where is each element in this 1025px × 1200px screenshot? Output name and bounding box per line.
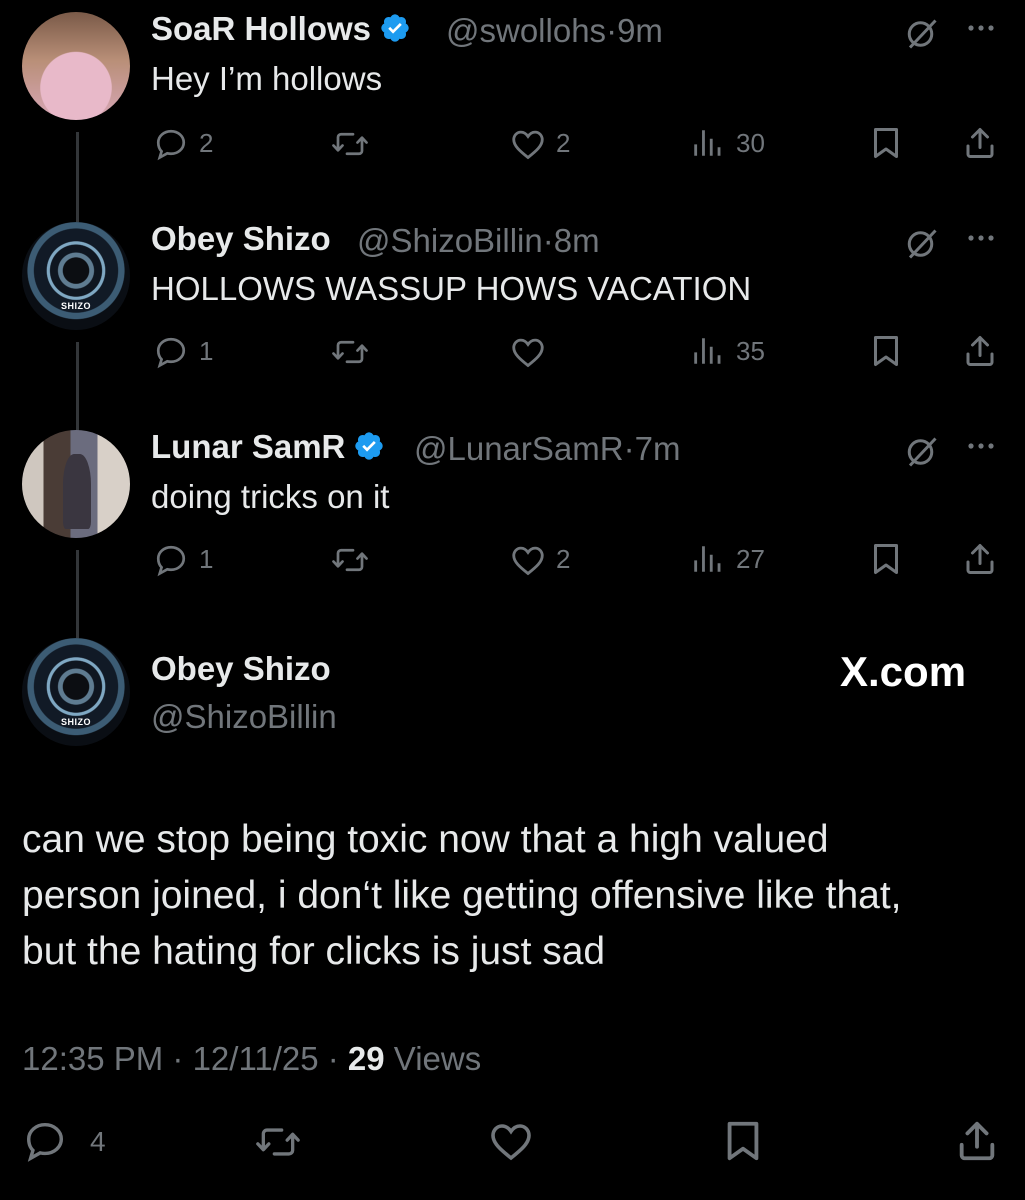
avatar[interactable]: SHIZO <box>22 638 130 746</box>
avatar-photo <box>63 453 92 530</box>
reply-count: 2 <box>199 128 214 158</box>
author-name[interactable]: Obey Shizo <box>151 220 331 258</box>
verified-icon <box>381 14 409 42</box>
more-icon[interactable] <box>963 228 999 248</box>
thread-line <box>76 342 79 432</box>
post-time[interactable]: 7m <box>635 430 681 467</box>
avatar[interactable] <box>22 12 130 120</box>
views-count: 27 <box>736 544 765 574</box>
author-handle[interactable]: @ShizoBillin <box>151 698 337 736</box>
post-text: can we stop being toxic now that a high … <box>22 812 902 980</box>
reply-icon[interactable] <box>153 126 189 162</box>
post-text: Hey I’m hollows <box>151 60 383 97</box>
views-count: 29 <box>347 1040 385 1077</box>
reply-icon[interactable] <box>153 334 189 370</box>
post-time[interactable]: 12:35 PM <box>22 1040 163 1077</box>
share-icon[interactable] <box>962 332 998 370</box>
post-date[interactable]: 12/11/25 <box>193 1040 319 1077</box>
xcom-watermark: X.com <box>840 648 967 695</box>
reply-count: 4 <box>90 1126 106 1157</box>
retweet-icon[interactable] <box>252 1120 304 1164</box>
views-count: 30 <box>736 128 765 158</box>
thread-line <box>76 550 79 640</box>
views-icon[interactable] <box>690 334 724 368</box>
bookmark-icon[interactable] <box>868 540 904 578</box>
reply-count: 1 <box>199 544 214 574</box>
post-text: HOLLOWS WASSUP HOWS VACATION <box>151 270 752 307</box>
bookmark-icon[interactable] <box>720 1116 766 1166</box>
post-time[interactable]: 9m <box>617 12 663 49</box>
like-icon[interactable] <box>509 333 547 371</box>
verified-icon <box>355 432 384 460</box>
reply-icon[interactable] <box>22 1118 68 1164</box>
bookmark-icon[interactable] <box>868 332 904 370</box>
grok-icon[interactable] <box>904 434 940 470</box>
share-icon[interactable] <box>962 540 998 578</box>
avatar-tag: SHIZO <box>60 300 92 311</box>
author-name[interactable]: Lunar SamR <box>151 428 385 466</box>
views-label: Views <box>384 1040 482 1077</box>
author-handle[interactable]: @LunarSamR·7m <box>414 430 680 468</box>
share-icon[interactable] <box>962 124 998 162</box>
thread-line <box>76 132 79 224</box>
views-count: 35 <box>736 336 765 366</box>
bookmark-icon[interactable] <box>868 124 904 162</box>
like-count: 2 <box>556 544 571 574</box>
post-text: doing tricks on it <box>151 478 390 515</box>
avatar[interactable] <box>22 430 130 538</box>
retweet-icon[interactable] <box>330 334 370 370</box>
author-name[interactable]: Obey Shizo <box>151 650 331 688</box>
like-icon[interactable] <box>509 541 547 579</box>
post-text-line: can we stop being toxic now that a high … <box>22 818 829 861</box>
author-name[interactable]: SoaR Hollows <box>151 10 411 48</box>
retweet-icon[interactable] <box>330 126 370 162</box>
views-icon[interactable] <box>690 542 724 576</box>
like-count: 2 <box>556 128 571 158</box>
share-icon[interactable] <box>954 1116 1000 1166</box>
avatar[interactable]: SHIZO <box>22 222 130 330</box>
reply-count: 1 <box>199 336 214 366</box>
retweet-icon[interactable] <box>330 542 370 578</box>
more-icon[interactable] <box>963 18 999 38</box>
views-icon[interactable] <box>690 126 724 160</box>
like-icon[interactable] <box>509 125 547 163</box>
post-meta: 12:35 PM · 12/11/25 · 29 Views <box>22 1040 482 1077</box>
post-text-line: person joined, i don‘t like getting offe… <box>22 874 902 917</box>
post-text-line: but the hating for clicks is just sad <box>22 930 606 973</box>
grok-icon[interactable] <box>904 226 940 262</box>
avatar-tag: SHIZO <box>60 716 92 727</box>
author-handle[interactable]: @ShizoBillin·8m <box>357 222 600 260</box>
like-icon[interactable] <box>487 1117 535 1165</box>
post-time[interactable]: 8m <box>554 222 600 259</box>
more-icon[interactable] <box>963 436 999 456</box>
author-handle[interactable]: @swollohs·9m <box>446 12 663 50</box>
grok-icon[interactable] <box>904 16 940 52</box>
reply-icon[interactable] <box>153 542 189 578</box>
